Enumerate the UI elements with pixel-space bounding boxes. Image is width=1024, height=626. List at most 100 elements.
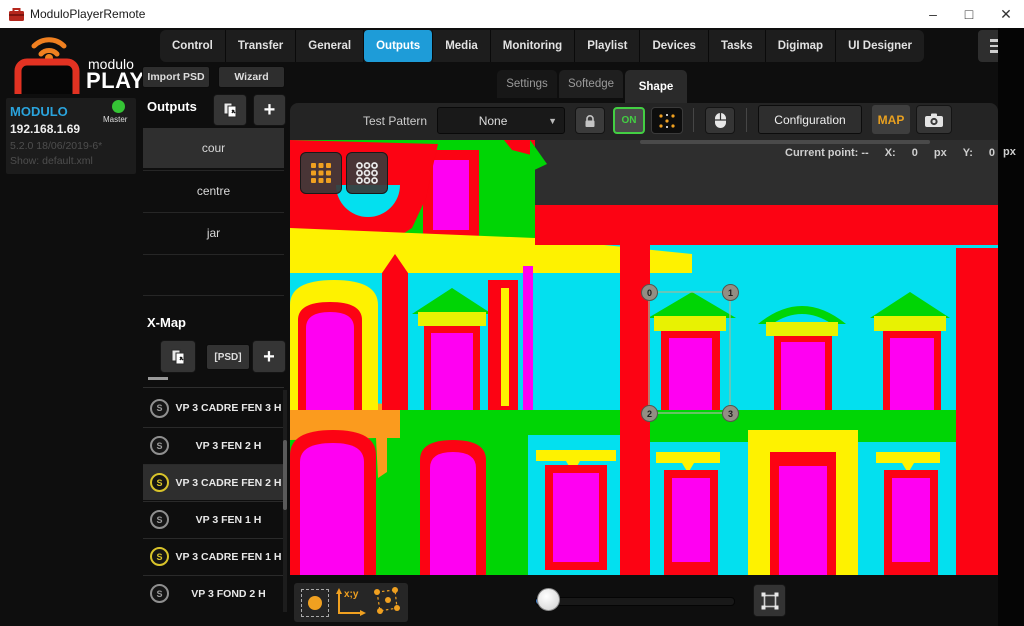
tab-digimap[interactable]: Digimap: [766, 30, 836, 62]
device-name: MODULO: [10, 104, 68, 119]
output-item-centre[interactable]: centre: [143, 170, 284, 211]
output-on-toggle[interactable]: ON: [613, 107, 645, 134]
toolbar-separator: [746, 108, 747, 132]
xy-label: x;y: [344, 589, 358, 600]
grid-outline-button[interactable]: [346, 152, 388, 194]
lock-icon: [583, 114, 597, 128]
edit-mode-group: x;y: [294, 583, 408, 622]
shape-handle-1[interactable]: 1: [722, 284, 739, 301]
y-label: Y:: [963, 147, 973, 159]
right-edge-panel: px: [998, 28, 1024, 626]
app-window: ModuloPlayerRemote – □ ✕ modulo PLAYER C…: [0, 0, 1024, 626]
tab-softedge[interactable]: Softedge: [559, 70, 623, 98]
shape-handle-3[interactable]: 3: [722, 405, 739, 422]
tab-control[interactable]: Control: [160, 30, 226, 62]
shape-badge: S: [150, 584, 169, 603]
shape-badge: S: [150, 510, 169, 529]
xmap-item[interactable]: S VP 3 FEN 1 H: [143, 501, 283, 537]
xmap-item[interactable]: S VP 3 CADRE FEN 1 H: [143, 538, 283, 574]
tab-tasks[interactable]: Tasks: [709, 30, 766, 62]
mapping-canvas[interactable]: Current point: -- X: 0 px Y: 0 0 1 2 3: [290, 140, 998, 575]
xmap-item[interactable]: S VP 3 FOND 2 H: [143, 575, 283, 611]
tab-outputs[interactable]: Outputs: [364, 30, 433, 62]
tab-ui-designer[interactable]: UI Designer: [836, 30, 924, 62]
copy-pages-icon: [169, 348, 187, 366]
facade-map-image: [290, 140, 998, 575]
output-item-jar[interactable]: jar: [143, 212, 284, 253]
grid-outline-icon: [355, 161, 379, 185]
master-label: Master: [103, 115, 127, 124]
shape-handle-0[interactable]: 0: [641, 284, 658, 301]
tab-playlist[interactable]: Playlist: [575, 30, 640, 62]
tab-shape[interactable]: Shape: [625, 70, 687, 103]
wizard-button[interactable]: Wizard: [218, 66, 285, 88]
duplicate-output-button[interactable]: [213, 94, 247, 126]
configuration-button[interactable]: Configuration: [758, 105, 862, 134]
xmap-item[interactable]: S VP 3 FEN 2 H: [143, 427, 283, 463]
show-file: Show: default.xml: [10, 155, 93, 167]
polygon-points-mode-button[interactable]: [371, 585, 401, 620]
fit-frame-icon: [760, 591, 780, 611]
main-nav: Control Transfer General Outputs Media M…: [160, 30, 924, 62]
points-pattern-button[interactable]: [651, 107, 683, 134]
canvas-h-scrollbar[interactable]: [640, 140, 930, 144]
zoom-slider-handle[interactable]: [537, 588, 560, 611]
close-button[interactable]: ✕: [991, 3, 1021, 25]
zoom-slider-track[interactable]: [535, 597, 735, 606]
chevron-down-icon: ▼: [548, 116, 564, 126]
tab-media[interactable]: Media: [433, 30, 491, 62]
minimize-button[interactable]: –: [918, 3, 948, 25]
y-unit: px: [1003, 146, 1016, 158]
xmap-scrollbar-thumb[interactable]: [283, 440, 287, 510]
point-select-mode-button[interactable]: [301, 589, 329, 617]
device-ip: 192.168.1.69: [10, 122, 80, 136]
tab-monitoring[interactable]: Monitoring: [491, 30, 575, 62]
lock-button[interactable]: [575, 107, 605, 134]
shape-handle-2[interactable]: 2: [641, 405, 658, 422]
tab-transfer[interactable]: Transfer: [226, 30, 296, 62]
mouse-mode-button[interactable]: [705, 107, 735, 134]
camera-button[interactable]: [916, 105, 952, 134]
xy-coordinates-mode-button[interactable]: x;y: [334, 588, 366, 618]
toolbar-separator: [693, 108, 694, 132]
title-bar: ModuloPlayerRemote – □ ✕: [0, 0, 1024, 28]
master-status-dot: [112, 100, 125, 113]
shape-badge: S: [150, 547, 169, 566]
point-icon: [308, 596, 322, 610]
tab-general[interactable]: General: [296, 30, 364, 62]
xmap-item[interactable]: S VP 3 CADRE FEN 3 H: [143, 390, 283, 426]
y-value: 0: [989, 147, 995, 159]
grid-filled-button[interactable]: [300, 152, 342, 194]
x-label: X:: [885, 147, 896, 159]
fit-view-button[interactable]: [753, 584, 786, 617]
import-psd-button[interactable]: Import PSD: [142, 66, 210, 88]
current-point-bar: Current point: -- X: 0 px Y: 0: [745, 147, 995, 159]
current-point-label: Current point: --: [785, 147, 869, 159]
add-output-button[interactable]: +: [253, 94, 286, 126]
shape-badge: S: [150, 473, 169, 492]
device-version: 5.2.0 18/06/2019-6*: [10, 140, 102, 152]
grid-filled-icon: [309, 161, 333, 185]
output-item-empty: [143, 254, 284, 295]
output-item-cour[interactable]: cour: [143, 128, 284, 168]
maximize-button[interactable]: □: [954, 3, 984, 25]
dots-grid-icon: [657, 112, 677, 130]
scroll-up-indicator[interactable]: [148, 377, 168, 380]
app-icon: [8, 6, 25, 22]
test-pattern-value: None: [438, 114, 548, 128]
duplicate-xmap-button[interactable]: [160, 340, 196, 373]
psd-button[interactable]: [PSD]: [206, 344, 250, 370]
plus-icon: +: [263, 347, 275, 367]
tab-devices[interactable]: Devices: [640, 30, 708, 62]
xmap-title: X-Map: [147, 315, 186, 330]
xmap-scrollbar[interactable]: [283, 390, 287, 612]
xmap-item-selected[interactable]: S VP 3 CADRE FEN 2 H: [143, 464, 283, 500]
add-xmap-button[interactable]: +: [252, 340, 286, 373]
divider: [143, 295, 284, 296]
mouse-icon: [714, 112, 727, 129]
test-pattern-dropdown[interactable]: None ▼: [437, 107, 565, 134]
map-button[interactable]: MAP: [872, 105, 910, 134]
x-value: 0: [912, 147, 918, 159]
divider: [143, 387, 284, 388]
tab-settings[interactable]: Settings: [497, 70, 557, 98]
